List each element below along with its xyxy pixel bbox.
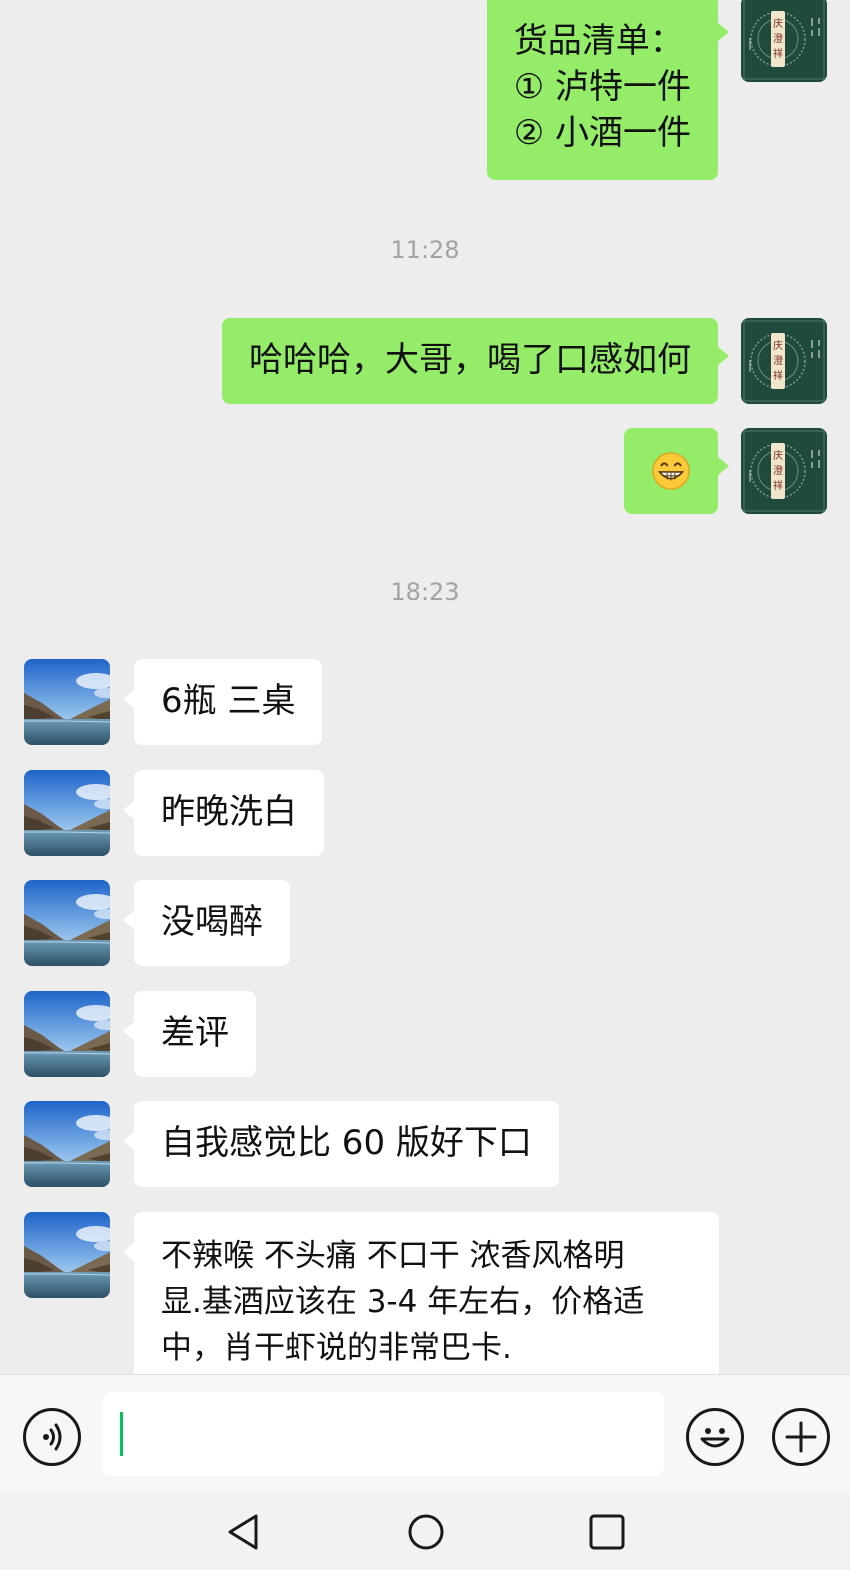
contact-avatar[interactable] [24, 880, 110, 966]
contact-avatar[interactable] [24, 659, 110, 745]
landscape-avatar-image [24, 1212, 110, 1298]
chat-area[interactable]: 货品清单： ① 泸特一件 ② 小酒一件 11:28 哈哈哈，大哥，喝了口感如何 … [0, 0, 850, 1374]
message-line: 中，肖干虾说的非常巴卡. [161, 1330, 512, 1366]
message-line: ② 小酒一件 [513, 113, 691, 153]
back-triangle-icon[interactable] [224, 1512, 264, 1552]
self-message-bubble[interactable]: 货品清单： ① 泸特一件 ② 小酒一件 [486, 0, 730, 180]
contact-avatar[interactable] [24, 770, 110, 856]
voice-icon [43, 1423, 62, 1451]
contact-message-bubble[interactable]: 6瓶 三桌 [122, 659, 323, 745]
contact-avatar[interactable] [24, 1101, 110, 1187]
self-emoji-message-bubble[interactable] [624, 428, 729, 514]
message-text: 昨晚洗白 [161, 792, 297, 832]
message-input-bar [0, 1374, 850, 1492]
grinning-face-icon [652, 452, 690, 490]
contact-message-bubble[interactable]: 没喝醉 [123, 880, 290, 966]
contact-message-bubble[interactable]: 昨晚洗白 [123, 770, 324, 856]
seal-avatar-image [741, 318, 827, 404]
timestamp: 11:28 [390, 236, 460, 264]
plus-icon [785, 1421, 817, 1453]
home-circle-icon[interactable] [406, 1512, 446, 1552]
recent-square-icon[interactable] [587, 1512, 627, 1552]
message-line: 货品清单： [513, 21, 684, 61]
landscape-avatar-image [24, 770, 110, 856]
contact-message-bubble[interactable]: 不辣喉 不头痛 不口干 浓香风格明 显.基酒应该在 3-4 年左右，价格适 中，… [123, 1212, 719, 1374]
self-avatar[interactable] [741, 318, 827, 404]
contact-message-bubble[interactable]: 自我感觉比 60 版好下口 [123, 1101, 559, 1187]
contact-avatar[interactable] [24, 1212, 110, 1298]
seal-avatar-image [741, 0, 827, 82]
contact-avatar[interactable] [24, 991, 110, 1077]
landscape-avatar-image [24, 659, 110, 745]
message-text: 差评 [161, 1013, 229, 1053]
self-avatar[interactable] [741, 0, 827, 82]
self-message-bubble[interactable]: 哈哈哈，大哥，喝了口感如何 [222, 318, 729, 404]
message-input[interactable] [103, 1392, 664, 1476]
seal-avatar-image [741, 428, 827, 514]
landscape-avatar-image [24, 1101, 110, 1187]
message-line: 显.基酒应该在 3-4 年左右，价格适 [161, 1284, 645, 1320]
landscape-avatar-image [24, 880, 110, 966]
system-navigation-bar [0, 1492, 850, 1570]
more-plus-button[interactable] [772, 1408, 830, 1466]
message-text: 自我感觉比 60 版好下口 [161, 1123, 532, 1163]
voice-button[interactable] [23, 1408, 81, 1466]
message-line: 不辣喉 不头痛 不口干 浓香风格明 [161, 1238, 625, 1274]
self-avatar[interactable] [741, 428, 827, 514]
text-caret [120, 1412, 123, 1456]
emoji-button[interactable] [686, 1408, 744, 1466]
emoji-icon [700, 1428, 730, 1448]
message-text: 哈哈哈，大哥，喝了口感如何 [249, 340, 691, 380]
message-line: ① 泸特一件 [513, 67, 691, 107]
contact-message-bubble[interactable]: 差评 [123, 991, 256, 1077]
landscape-avatar-image [24, 991, 110, 1077]
message-text: 没喝醉 [161, 902, 263, 942]
message-text: 6瓶 三桌 [161, 681, 296, 721]
timestamp: 18:23 [390, 578, 460, 606]
